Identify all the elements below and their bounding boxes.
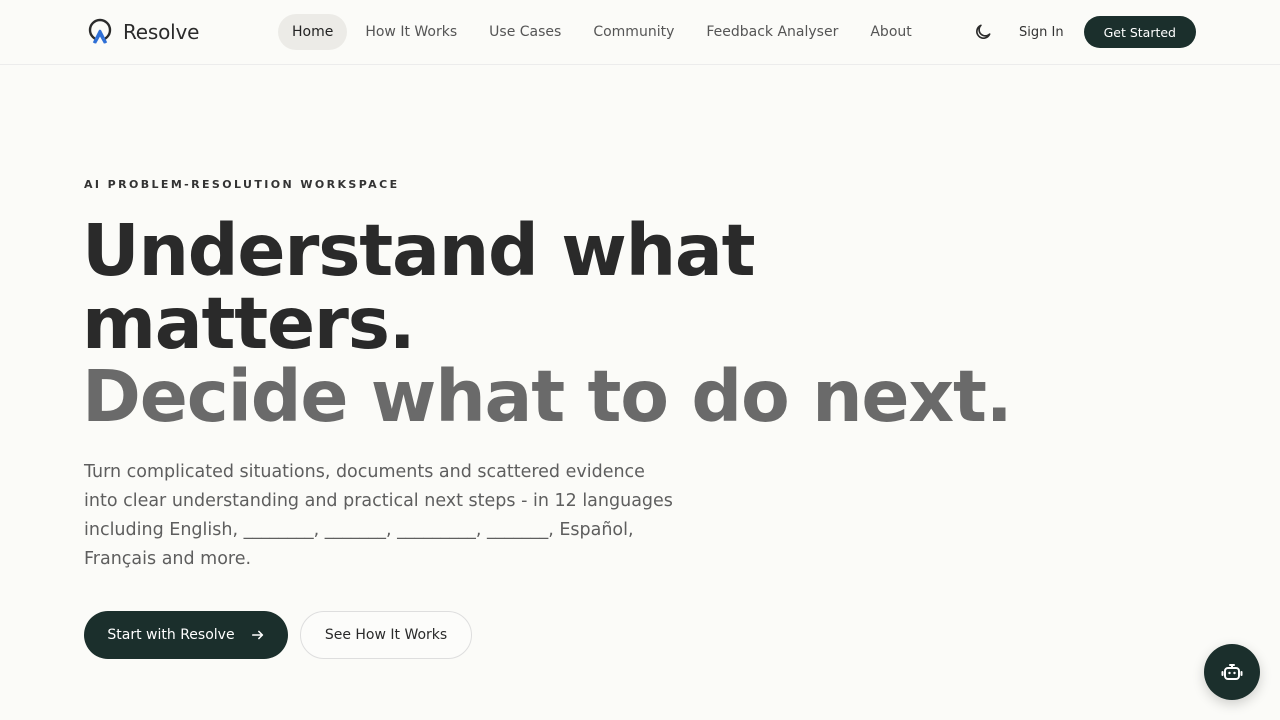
see-how-it-works-button[interactable]: See How It Works <box>300 611 472 659</box>
nav-link-use-cases[interactable]: Use Cases <box>475 14 575 50</box>
theme-toggle-button[interactable] <box>971 20 995 44</box>
nav-link-feedback-analyser[interactable]: Feedback Analyser <box>692 14 852 50</box>
get-started-button[interactable]: Get Started <box>1083 16 1196 48</box>
headline-line-1: Understand what <box>82 209 756 292</box>
nav-link-about[interactable]: About <box>856 14 925 50</box>
resolve-logo-icon <box>88 18 112 46</box>
start-button-label: Start with Resolve <box>107 627 235 643</box>
headline-line-3: Decide what to do next. <box>82 355 1013 438</box>
sign-in-link[interactable]: Sign In <box>1019 25 1064 40</box>
robot-icon <box>1221 664 1243 680</box>
hero-subtext: Turn complicated situations, documents a… <box>84 462 673 569</box>
nav-link-home[interactable]: Home <box>278 14 348 50</box>
nav-link-how-it-works[interactable]: How It Works <box>351 14 471 50</box>
chat-assistant-button[interactable] <box>1204 644 1260 700</box>
hero-headline: Understand what matters. Decide what to … <box>82 214 1082 433</box>
hero-eyebrow: AI PROBLEM-RESOLUTION WORKSPACE <box>84 178 400 191</box>
headline-line-2: matters. <box>82 282 416 365</box>
top-navbar: Resolve Home How It Works Use Cases Comm… <box>0 0 1280 65</box>
brand-home-link[interactable]: Resolve <box>86 17 199 47</box>
nav-actions: Sign In Get Started <box>971 16 1196 48</box>
brand-name: Resolve <box>123 20 200 44</box>
start-with-resolve-button[interactable]: Start with Resolve <box>84 611 288 659</box>
moon-icon <box>976 24 991 39</box>
main-nav: Home How It Works Use Cases Community Fe… <box>278 14 930 50</box>
hero-cta-row: Start with Resolve See How It Works <box>84 611 472 659</box>
nav-link-community[interactable]: Community <box>579 14 688 50</box>
arrow-right-icon <box>251 630 263 640</box>
